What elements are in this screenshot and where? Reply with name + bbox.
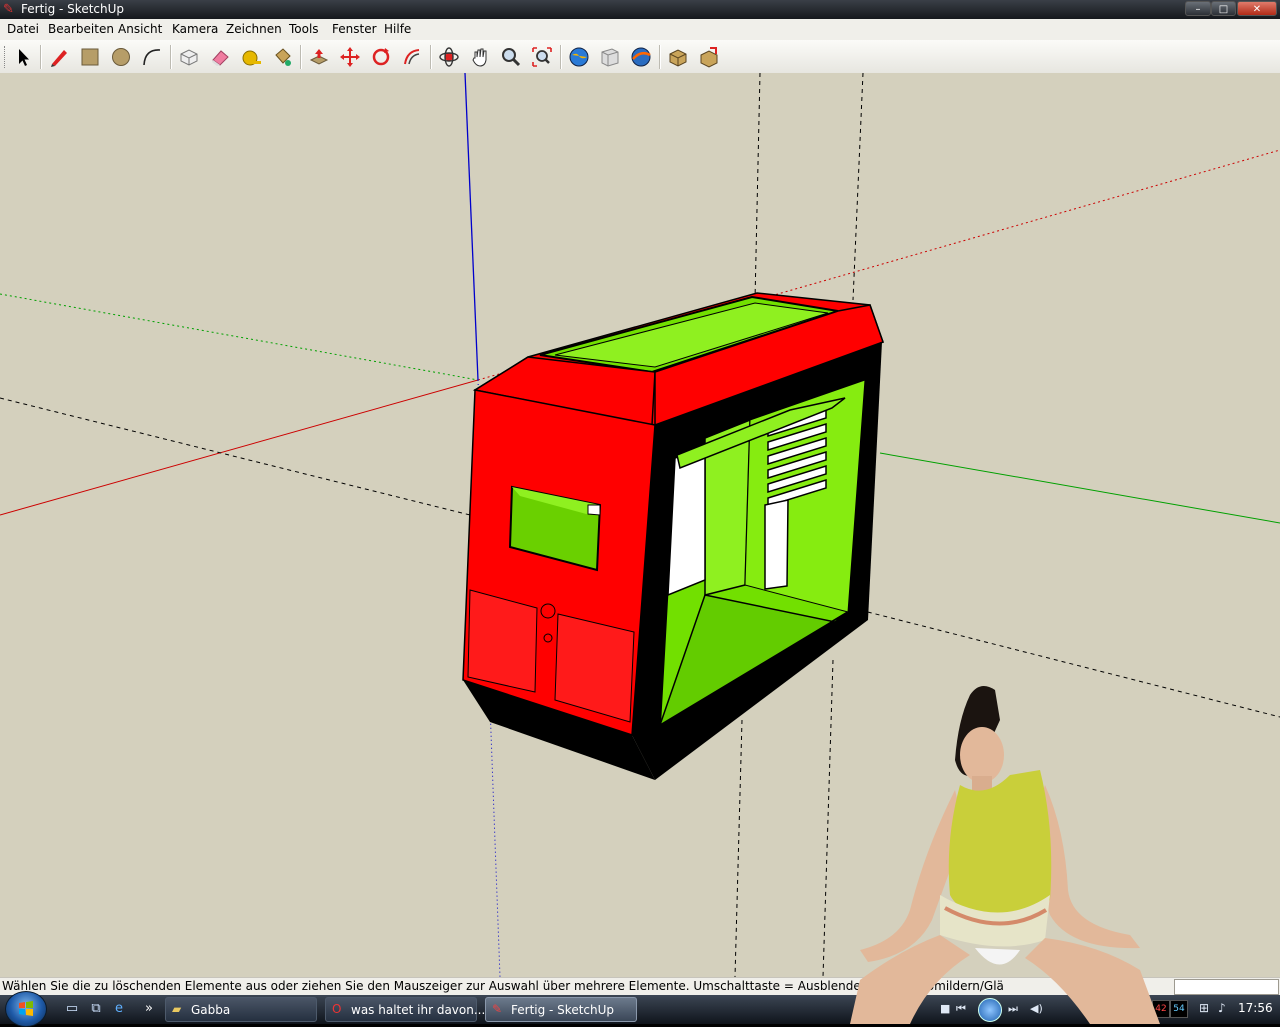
make-component-icon[interactable] bbox=[176, 44, 202, 70]
guide-line bbox=[754, 73, 761, 301]
quicklaunch-more-chevron[interactable]: » bbox=[140, 1001, 158, 1017]
tape-measure-icon[interactable] bbox=[238, 44, 264, 70]
measurements-field[interactable] bbox=[1174, 979, 1279, 995]
follow-me-icon[interactable] bbox=[399, 44, 425, 70]
cpu-meter-2: 54 bbox=[1170, 1000, 1188, 1018]
internet-explorer-icon[interactable]: e bbox=[110, 1001, 128, 1017]
pencil-line-icon[interactable] bbox=[46, 44, 72, 70]
menu-ansicht[interactable]: Ansicht bbox=[118, 22, 162, 36]
share-component-icon[interactable] bbox=[696, 44, 722, 70]
toolbar bbox=[0, 40, 1280, 74]
green-axis-dotted bbox=[0, 293, 479, 381]
folder-icon: ▰ bbox=[172, 1002, 182, 1016]
push-pull-icon[interactable] bbox=[306, 44, 332, 70]
red-axis-solid bbox=[0, 379, 479, 516]
switch-windows-icon[interactable]: ⧉ bbox=[87, 1001, 105, 1017]
zoom-icon[interactable] bbox=[498, 44, 524, 70]
guide-line bbox=[822, 659, 834, 977]
move-icon[interactable] bbox=[337, 44, 363, 70]
get-models-icon[interactable] bbox=[566, 44, 592, 70]
components-icon[interactable] bbox=[665, 44, 691, 70]
sketchup-icon: ✎ bbox=[492, 1002, 503, 1016]
maximize-button[interactable]: □ bbox=[1211, 1, 1236, 16]
title-bar: ✎ Fertig - SketchUp – □ ✕ bbox=[0, 0, 1280, 19]
taskbar-item-gabba[interactable]: ▰ Gabba bbox=[165, 997, 317, 1022]
menu-hilfe[interactable]: Hilfe bbox=[384, 22, 411, 36]
blue-axis-solid bbox=[464, 73, 479, 381]
toolbar-grip[interactable] bbox=[4, 46, 8, 68]
guide-line bbox=[0, 397, 471, 516]
circle-icon[interactable] bbox=[108, 44, 134, 70]
minimize-button[interactable]: – bbox=[1185, 1, 1211, 16]
pc-case-model bbox=[462, 292, 884, 780]
window-title: Fertig - SketchUp bbox=[21, 2, 125, 16]
volume-icon[interactable]: ♪ bbox=[1218, 1001, 1226, 1015]
windows-logo-icon bbox=[19, 1001, 33, 1016]
menu-bearbeiten[interactable]: Bearbeiten bbox=[48, 22, 114, 36]
opera-icon: O bbox=[332, 1002, 342, 1016]
google-earth-icon[interactable] bbox=[628, 44, 654, 70]
rotate-icon[interactable] bbox=[368, 44, 394, 70]
green-axis-solid bbox=[879, 452, 1280, 524]
menu-bar: Datei Bearbeiten Ansicht Kamera Zeichnen… bbox=[0, 19, 1280, 41]
menu-fenster[interactable]: Fenster bbox=[332, 22, 377, 36]
menu-zeichnen[interactable]: Zeichnen bbox=[226, 22, 282, 36]
pan-icon[interactable] bbox=[467, 44, 493, 70]
taskbar-item-sketchup[interactable]: ✎ Fertig - SketchUp bbox=[485, 997, 637, 1022]
network-icon[interactable]: ⊞ bbox=[1199, 1001, 1209, 1015]
orbit-icon[interactable] bbox=[436, 44, 462, 70]
guide-line bbox=[852, 73, 864, 301]
menu-kamera[interactable]: Kamera bbox=[172, 22, 218, 36]
start-button[interactable] bbox=[5, 991, 47, 1027]
select-tool-icon[interactable] bbox=[10, 44, 36, 70]
menu-tools[interactable]: Tools bbox=[289, 22, 319, 36]
close-button[interactable]: ✕ bbox=[1237, 1, 1277, 16]
sketchup-app-icon[interactable]: ✎ bbox=[3, 2, 14, 17]
zoom-extents-icon[interactable] bbox=[529, 44, 555, 70]
paint-bucket-icon[interactable] bbox=[269, 44, 295, 70]
arc-icon[interactable] bbox=[139, 44, 165, 70]
share-model-icon[interactable] bbox=[597, 44, 623, 70]
desktop-companion-figure bbox=[850, 686, 1160, 1024]
show-desktop-icon[interactable]: ▭ bbox=[63, 1001, 81, 1017]
guide-line bbox=[734, 719, 743, 977]
menu-datei[interactable]: Datei bbox=[7, 22, 39, 36]
eraser-icon[interactable] bbox=[207, 44, 233, 70]
clock[interactable]: 17:56 bbox=[1238, 1001, 1273, 1015]
rectangle-icon[interactable] bbox=[77, 44, 103, 70]
taskbar-item-opera[interactable]: O was haltet ihr davon... bbox=[325, 997, 485, 1022]
